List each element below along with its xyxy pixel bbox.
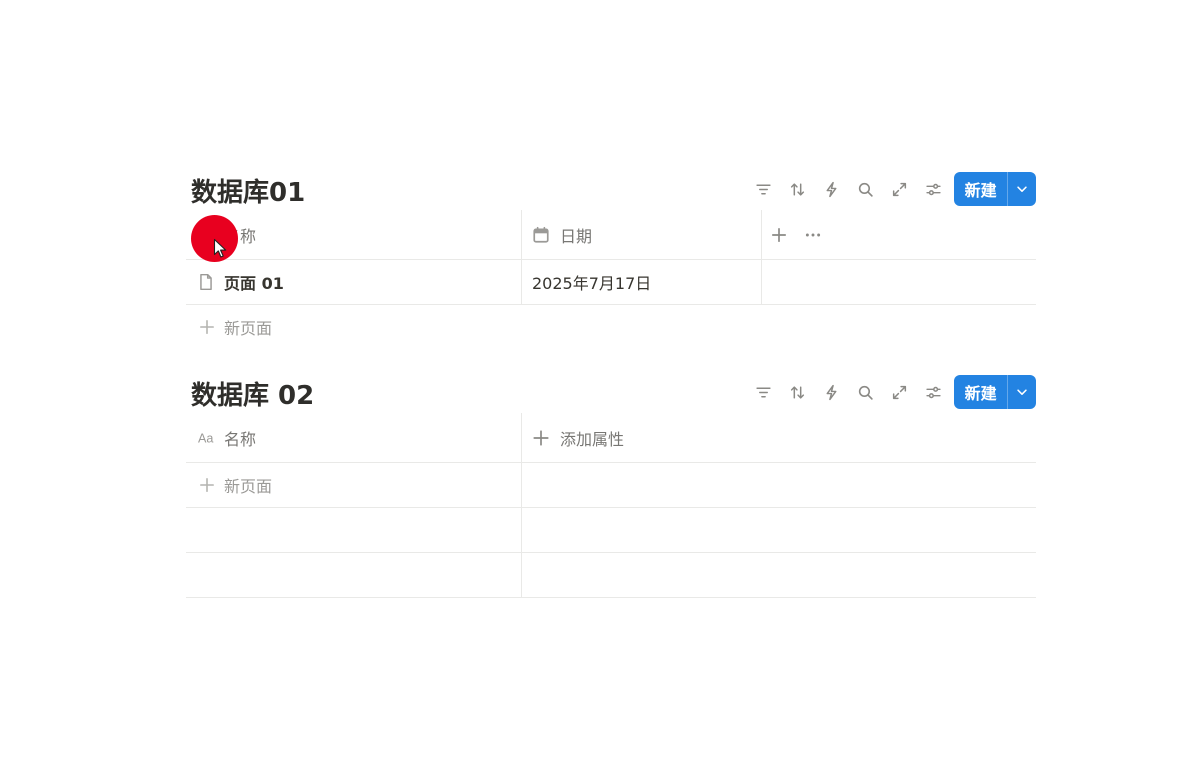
cell-empty [186, 508, 522, 552]
new-button[interactable]: 新建 [954, 172, 1036, 206]
chevron-down-icon[interactable] [1007, 375, 1036, 409]
cell-name[interactable]: 页面 01 [186, 260, 522, 304]
plus-icon [198, 476, 216, 494]
new-page-button[interactable]: 新页面 [186, 305, 272, 349]
calendar-icon [532, 226, 550, 244]
cell-empty [186, 553, 522, 597]
automation-icon[interactable] [814, 172, 848, 206]
automation-icon[interactable] [814, 375, 848, 409]
new-button-label[interactable]: 新建 [954, 172, 1007, 206]
mouse-pointer-icon [213, 238, 227, 258]
column-header-date[interactable]: 日期 [522, 210, 762, 259]
cell-empty [522, 553, 1036, 597]
new-button-label[interactable]: 新建 [954, 375, 1007, 409]
database-header: 数据库 02 新建 [186, 373, 1036, 413]
add-property-button[interactable]: 添加属性 [522, 413, 1036, 462]
database-title[interactable]: 数据库 02 [191, 375, 314, 412]
search-icon[interactable] [848, 375, 882, 409]
new-page-label: 新页面 [224, 319, 273, 338]
expand-icon[interactable] [882, 172, 916, 206]
table-header-row: Aa 名称 日期 [186, 210, 1036, 260]
database-title[interactable]: 数据库01 [191, 172, 305, 209]
page-title[interactable]: 页面 01 [224, 270, 284, 294]
plus-icon [198, 318, 216, 336]
text-aa-icon: Aa [196, 429, 218, 447]
sort-icon[interactable] [780, 375, 814, 409]
empty-row [186, 553, 1036, 598]
cell-empty [522, 463, 1036, 507]
date-value: 2025年7月17日 [532, 274, 652, 293]
cell-empty [522, 508, 1036, 552]
filter-icon[interactable] [746, 375, 780, 409]
svg-text:Aa: Aa [198, 431, 213, 445]
database-toolbar: 新建 [746, 375, 1036, 409]
settings-icon[interactable] [916, 172, 950, 206]
new-page-row[interactable]: 新页面 [186, 463, 1036, 508]
filter-icon[interactable] [746, 172, 780, 206]
chevron-down-icon[interactable] [1007, 172, 1036, 206]
sort-icon[interactable] [780, 172, 814, 206]
add-property-label: 添加属性 [560, 429, 625, 449]
settings-icon[interactable] [916, 375, 950, 409]
cell-date[interactable]: 2025年7月17日 [522, 260, 762, 304]
new-page-button[interactable]: 新页面 [186, 463, 522, 507]
column-header-label: 名称 [224, 429, 257, 449]
more-icon[interactable] [802, 226, 824, 244]
database-header: 数据库01 新建 [186, 170, 1036, 210]
empty-row [186, 508, 1036, 553]
new-page-row[interactable]: 新页面 [186, 305, 1036, 349]
database-02: 数据库 02 新建 Aa 名称 添加属性 新页面 [186, 373, 1036, 598]
plus-icon [532, 429, 550, 447]
page-icon [197, 273, 215, 291]
database-toolbar: 新建 [746, 172, 1036, 206]
table-row[interactable]: 页面 01 2025年7月17日 [186, 260, 1036, 305]
new-button[interactable]: 新建 [954, 375, 1036, 409]
new-page-label: 新页面 [224, 477, 273, 496]
cell-empty [762, 260, 1036, 304]
search-icon[interactable] [848, 172, 882, 206]
column-header-label: 日期 [560, 226, 593, 246]
add-column-icon[interactable] [768, 226, 790, 244]
column-header-name[interactable]: Aa 名称 [186, 413, 522, 462]
column-header-actions [762, 210, 1036, 259]
database-01: 数据库01 新建 名称 日期 页面 01 2025年7月17日 新页面 [186, 170, 1036, 349]
table-header-row: Aa 名称 添加属性 [186, 413, 1036, 463]
expand-icon[interactable] [882, 375, 916, 409]
